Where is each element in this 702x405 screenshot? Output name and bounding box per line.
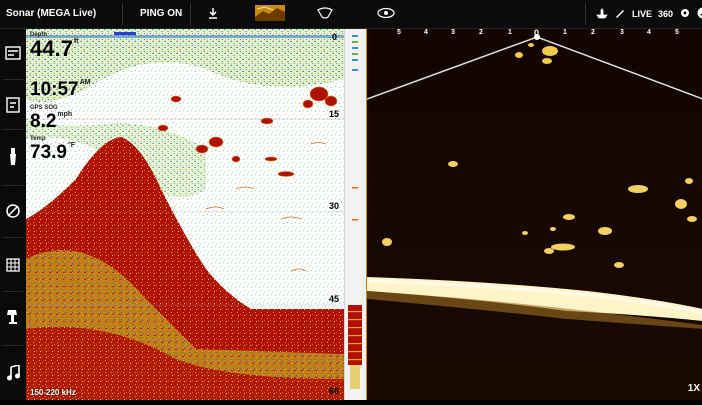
compass-arrow-icon[interactable] [697,7,702,21]
divider [3,237,23,238]
divider [3,79,23,80]
music-note-icon[interactable] [3,363,23,383]
outboard-motor-icon[interactable] [3,307,23,327]
360-icon: 360 [658,9,674,19]
status-icons: LIVE 360 GP [596,6,702,22]
time-value: 10:57 [30,79,79,100]
app-title[interactable]: Sonar (MEGA Live) [6,8,96,19]
depth-tick-45: 45 [329,294,340,304]
divider [122,3,123,25]
divider [3,185,23,186]
chart-view-icon[interactable] [3,95,23,115]
eye-icon[interactable] [375,4,397,22]
ship-icon[interactable] [596,7,608,21]
range-tick-right-3: 3 [620,29,624,36]
cone-icon[interactable] [314,4,336,22]
sidebar [0,29,27,400]
temp-value: 73.9 [30,142,67,163]
ping-status[interactable]: PING ON [140,8,182,19]
range-tick-right-2: 2 [591,29,595,36]
time-readout[interactable]: 10:57AM [30,79,91,101]
speed-value: 8.2 [30,111,57,132]
grid-view-icon[interactable] [3,255,23,275]
range-tick-left-2: 2 [479,29,483,36]
speed-readout[interactable]: GPS SOG 8.2mph [30,105,72,133]
depth-tick-60: 60 [329,386,340,396]
divider [190,3,191,25]
range-tick-center-0: 0 [534,29,540,38]
mega-live-panel[interactable]: 5 4 3 2 1 0 1 2 3 4 5 1X [366,29,702,400]
sonar-view-icon[interactable] [3,43,23,63]
depth-tick-15: 15 [329,109,340,119]
range-tick-right-5: 5 [675,29,679,36]
time-unit: AM [79,79,91,86]
sonar-thumbnail-icon[interactable] [254,4,286,22]
live-badge: LIVE [632,9,653,19]
depth-unit: ft [73,38,79,45]
mega-live-graphic [367,29,702,400]
depth-tick-30: 30 [329,201,340,211]
download-arrow-icon[interactable] [204,4,222,22]
pen-icon[interactable] [614,7,626,21]
frequency-label: 150-220 kHz [30,388,76,397]
range-tick-left-4: 4 [424,29,428,36]
flasher-graphic [343,29,366,400]
range-tick-right-4: 4 [647,29,651,36]
depth-value: 44.7 [30,36,73,61]
depth-finder-icon[interactable] [3,147,23,167]
divider [585,3,586,25]
temp-unit: °F [67,142,76,149]
depth-readout[interactable]: Depth 44.7ft [30,32,79,61]
range-tick-left-3: 3 [451,29,455,36]
range-tick-right-1: 1 [563,29,567,36]
tracking-icon[interactable] [3,201,23,221]
divider [3,129,23,130]
top-bar: Sonar (MEGA Live) PING ON LIVE 360 GP [0,0,702,29]
flasher-column [343,29,366,400]
zoom-level[interactable]: 1X [688,383,700,394]
temp-readout[interactable]: Temp 73.9°F [30,136,75,164]
speed-unit: mph [57,111,73,118]
divider [3,291,23,292]
range-tick-left-5: 5 [397,29,401,36]
sonar-history-panel[interactable]: Depth 44.7ft 10:57AM GPS SOG 8.2mph Temp… [26,29,344,400]
range-tick-left-1: 1 [508,29,512,36]
depth-tick-0: 0 [332,32,338,42]
divider [3,345,23,346]
settings-icon[interactable] [679,7,691,21]
